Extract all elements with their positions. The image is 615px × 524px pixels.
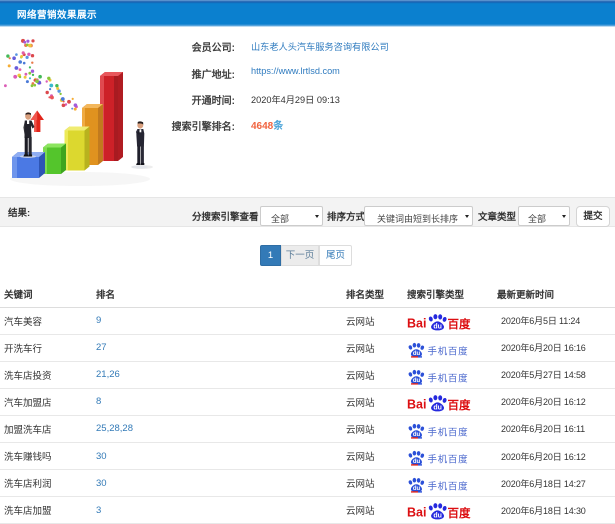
svg-text:du: du	[433, 323, 442, 330]
svg-text:手机百度: 手机百度	[428, 372, 469, 384]
svg-text:手机百度: 手机百度	[428, 481, 469, 493]
svg-text:手机百度: 手机百度	[428, 426, 469, 438]
svg-text:百度: 百度	[448, 506, 471, 520]
svg-text:手机百度: 手机百度	[428, 345, 469, 357]
svg-text:Bai: Bai	[407, 316, 426, 330]
svg-text:百度: 百度	[448, 317, 471, 331]
svg-text:Bai: Bai	[407, 506, 426, 520]
svg-text:Bai: Bai	[407, 397, 426, 411]
svg-text:du: du	[433, 513, 442, 520]
svg-text:手机百度: 手机百度	[428, 454, 469, 466]
svg-text:百度: 百度	[448, 398, 471, 412]
svg-text:du: du	[433, 404, 442, 411]
